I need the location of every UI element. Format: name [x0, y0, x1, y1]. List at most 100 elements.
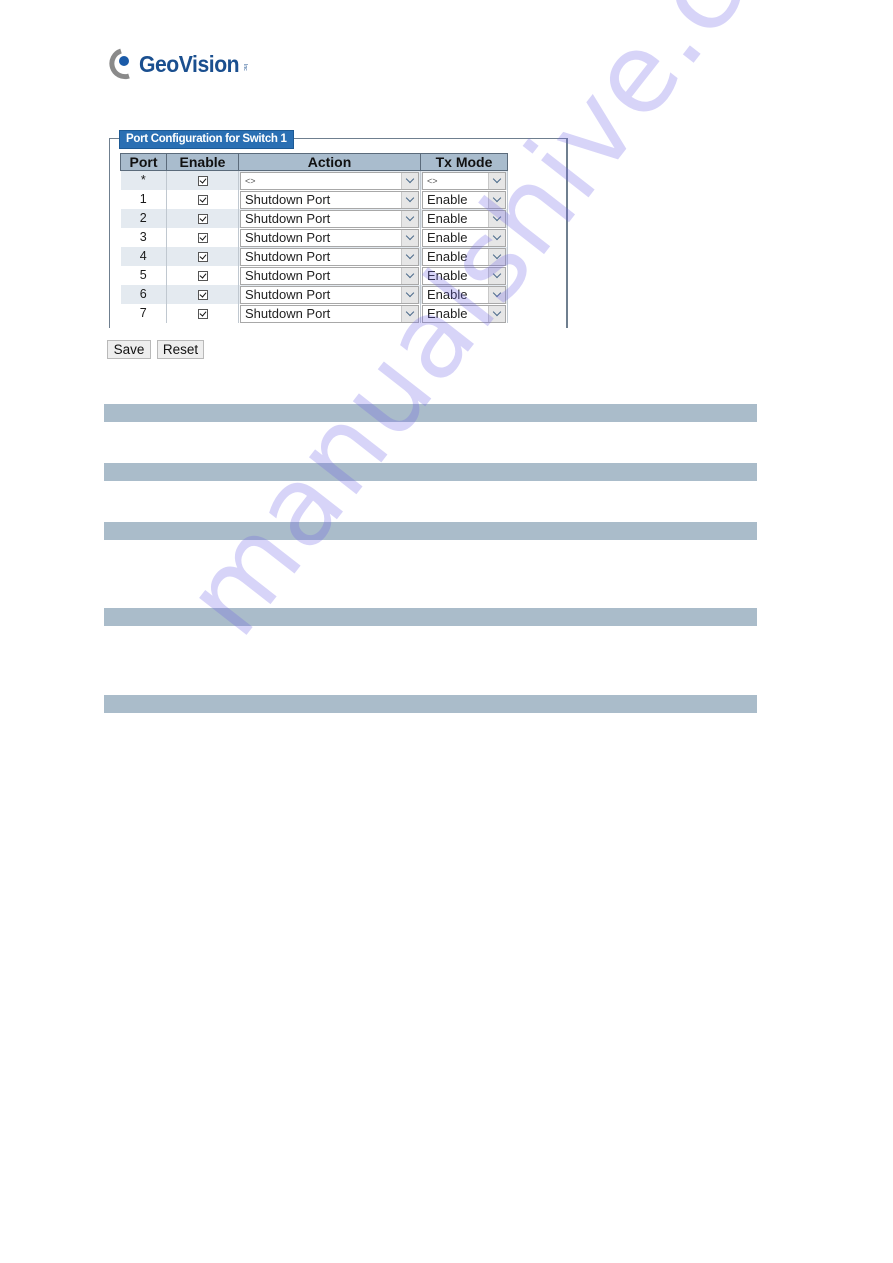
tx-mode-select[interactable]: <>: [422, 171, 506, 190]
chevron-down-icon[interactable]: [401, 172, 418, 189]
enable-cell: [166, 228, 239, 247]
action-cell: <>: [238, 170, 421, 190]
save-button[interactable]: Save: [107, 340, 151, 359]
column-header-tx-mode: Tx Mode: [420, 153, 508, 171]
tx-mode-select-value: Enable: [427, 267, 468, 283]
section-bar: [104, 608, 757, 626]
action-select-value: Shutdown Port: [245, 191, 331, 207]
tx-mode-cell: Enable: [420, 228, 508, 247]
action-cell: Shutdown Port: [238, 190, 421, 209]
enable-cell: [166, 209, 239, 228]
chevron-down-icon[interactable]: [401, 305, 418, 322]
chevron-down-icon[interactable]: [488, 267, 505, 284]
port-cell: 6: [120, 285, 167, 304]
action-select[interactable]: Shutdown Port: [240, 304, 419, 323]
tx-mode-cell: Enable: [420, 209, 508, 228]
enable-cell: [166, 266, 239, 285]
tx-mode-select[interactable]: Enable: [422, 228, 506, 247]
tx-mode-select-value: <>: [427, 175, 438, 186]
action-select[interactable]: Shutdown Port: [240, 247, 419, 266]
tx-mode-select[interactable]: Enable: [422, 285, 506, 304]
action-select[interactable]: Shutdown Port: [240, 285, 419, 304]
table-row: 5 Shutdown Port Enable: [120, 266, 508, 285]
enable-checkbox[interactable]: [197, 194, 208, 205]
action-cell: Shutdown Port: [238, 285, 421, 304]
table-row: 7 Shutdown Port Enable: [120, 304, 508, 323]
enable-checkbox[interactable]: [197, 270, 208, 281]
chevron-down-icon[interactable]: [488, 229, 505, 246]
tx-mode-select[interactable]: Enable: [422, 247, 506, 266]
action-cell: Shutdown Port: [238, 247, 421, 266]
chevron-down-icon[interactable]: [401, 210, 418, 227]
port-cell: 1: [120, 190, 167, 209]
section-bar: [104, 463, 757, 481]
chevron-down-icon[interactable]: [401, 286, 418, 303]
chevron-down-icon[interactable]: [488, 172, 505, 189]
action-select-value: Shutdown Port: [245, 286, 331, 302]
enable-checkbox[interactable]: [197, 289, 208, 300]
action-select[interactable]: Shutdown Port: [240, 209, 419, 228]
chevron-down-icon[interactable]: [401, 267, 418, 284]
table-row: 4 Shutdown Port Enable: [120, 247, 508, 266]
action-select-value: <>: [245, 175, 256, 186]
chevron-down-icon[interactable]: [488, 191, 505, 208]
fieldset-legend: Port Configuration for Switch 1: [119, 130, 294, 149]
tx-mode-cell: Enable: [420, 190, 508, 209]
brand-name: GeoVision: [139, 50, 240, 77]
action-select[interactable]: Shutdown Port: [240, 190, 419, 209]
column-header-action: Action: [238, 153, 421, 171]
enable-cell: [166, 190, 239, 209]
brand-logo: GeoVision Inc: [107, 46, 248, 82]
chevron-down-icon[interactable]: [401, 248, 418, 265]
tx-mode-cell: Enable: [420, 304, 508, 323]
column-header-port: Port: [120, 153, 167, 171]
enable-checkbox[interactable]: [197, 175, 208, 186]
chevron-down-icon[interactable]: [488, 286, 505, 303]
action-select[interactable]: <>: [240, 171, 419, 190]
enable-checkbox[interactable]: [197, 308, 208, 319]
tx-mode-cell: Enable: [420, 266, 508, 285]
port-cell: 3: [120, 228, 167, 247]
enable-cell: [166, 247, 239, 266]
tx-mode-select-value: Enable: [427, 229, 468, 245]
chevron-down-icon[interactable]: [488, 305, 505, 322]
action-select-value: Shutdown Port: [245, 229, 331, 245]
action-cell: Shutdown Port: [238, 228, 421, 247]
port-cell: 4: [120, 247, 167, 266]
watermark: manualshive.com: [160, 0, 878, 659]
action-select-value: Shutdown Port: [245, 248, 331, 264]
tx-mode-cell: Enable: [420, 247, 508, 266]
chevron-down-icon[interactable]: [401, 229, 418, 246]
tx-mode-select-value: Enable: [427, 248, 468, 264]
port-cell: 7: [120, 304, 167, 323]
tx-mode-select[interactable]: Enable: [422, 209, 506, 228]
table-row: 3 Shutdown Port Enable: [120, 228, 508, 247]
chevron-down-icon[interactable]: [488, 210, 505, 227]
tx-mode-select[interactable]: Enable: [422, 190, 506, 209]
table-row: 1 Shutdown Port Enable: [120, 190, 508, 209]
table-row: 6 Shutdown Port Enable: [120, 285, 508, 304]
enable-cell: [166, 170, 239, 190]
tx-mode-select-value: Enable: [427, 210, 468, 226]
action-select[interactable]: Shutdown Port: [240, 266, 419, 285]
action-cell: Shutdown Port: [238, 209, 421, 228]
table-header-row: Port Enable Action Tx Mode: [120, 153, 508, 171]
reset-button[interactable]: Reset: [157, 340, 204, 359]
action-cell: Shutdown Port: [238, 304, 421, 323]
tx-mode-select[interactable]: Enable: [422, 304, 506, 323]
table-row: * <> <>: [120, 170, 508, 190]
geovision-logo-icon: [107, 48, 137, 80]
column-header-enable: Enable: [166, 153, 239, 171]
chevron-down-icon[interactable]: [488, 248, 505, 265]
chevron-down-icon[interactable]: [401, 191, 418, 208]
action-select[interactable]: Shutdown Port: [240, 228, 419, 247]
enable-checkbox[interactable]: [197, 232, 208, 243]
action-select-value: Shutdown Port: [245, 305, 331, 321]
section-bar: [104, 404, 757, 422]
action-select-value: Shutdown Port: [245, 210, 331, 226]
section-bar: [104, 695, 757, 713]
enable-checkbox[interactable]: [197, 213, 208, 224]
enable-checkbox[interactable]: [197, 251, 208, 262]
tx-mode-select[interactable]: Enable: [422, 266, 506, 285]
port-cell: 2: [120, 209, 167, 228]
